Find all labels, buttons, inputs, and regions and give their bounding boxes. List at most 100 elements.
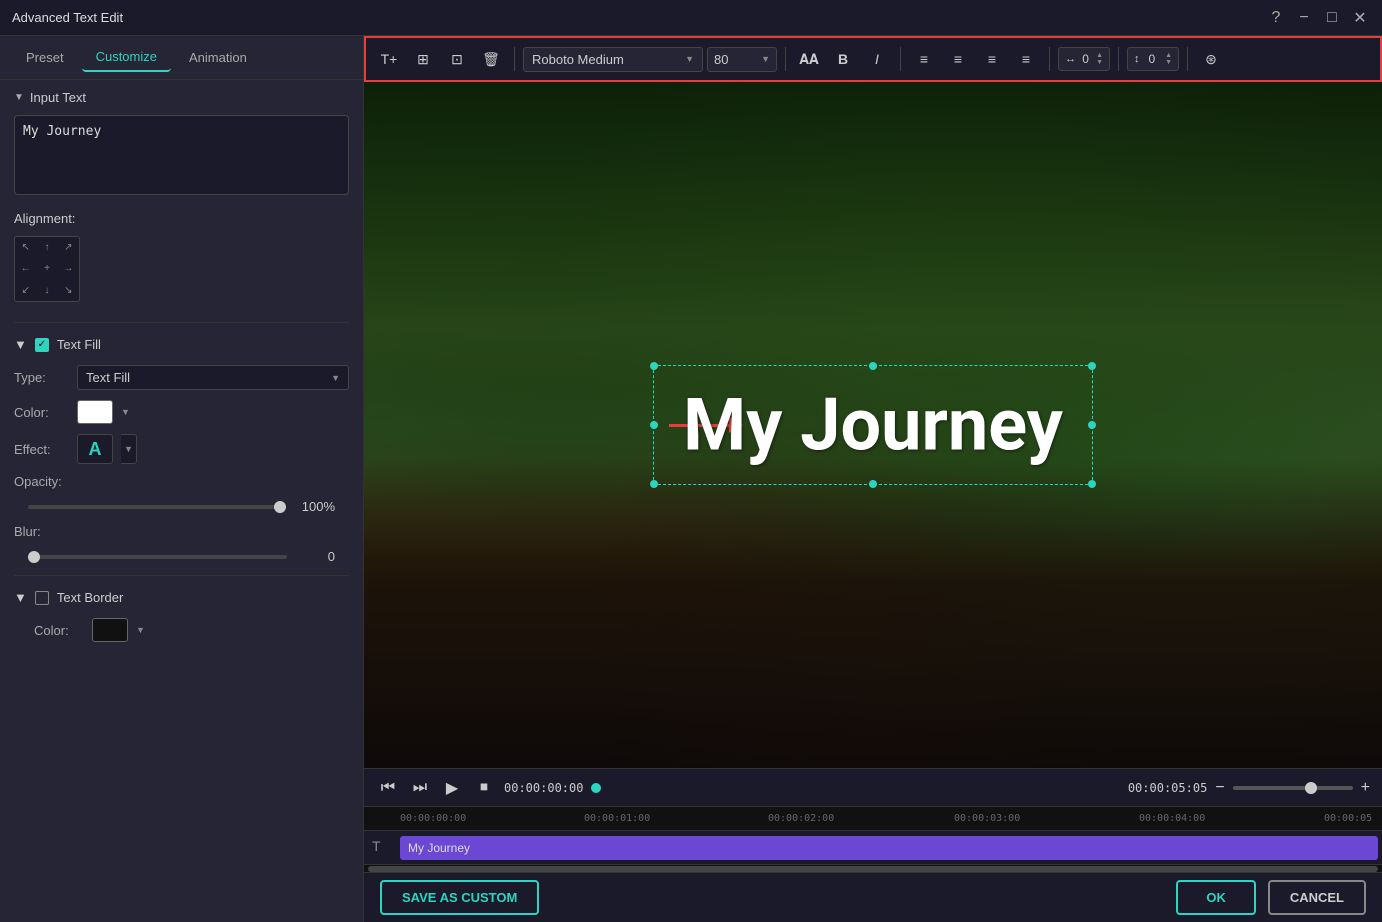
align-left-button[interactable]: ≡ xyxy=(909,44,939,74)
color-swatch[interactable] xyxy=(77,400,113,424)
timeline-clip[interactable]: My Journey xyxy=(400,836,1378,860)
text-fill-checkbox[interactable]: ✓ xyxy=(35,338,49,352)
char-spacing-field[interactable]: ↔ 0 ▲ ▼ xyxy=(1058,47,1110,71)
effect-label: Effect: xyxy=(14,442,69,457)
align-top-center[interactable]: ↑ xyxy=(36,237,57,258)
separator-1 xyxy=(14,322,349,323)
preview-text[interactable]: My Journey xyxy=(683,383,1063,468)
text-border-checkbox[interactable] xyxy=(35,591,49,605)
tab-animation[interactable]: Animation xyxy=(175,44,261,71)
line-spacing-up[interactable]: ▲ xyxy=(1165,52,1172,59)
window-title: Advanced Text Edit xyxy=(12,10,123,25)
char-spacing-down[interactable]: ▼ xyxy=(1096,59,1103,66)
maximize-button[interactable]: □ xyxy=(1322,9,1342,27)
blur-slider-thumb[interactable] xyxy=(28,551,40,563)
chevron-down-icon: ▼ xyxy=(14,92,24,103)
zoom-out-button[interactable]: − xyxy=(1215,779,1224,797)
text-track-icon: T xyxy=(372,838,381,854)
bold-button[interactable]: B xyxy=(828,44,858,74)
help-button[interactable]: ? xyxy=(1266,9,1286,27)
handle-bottom-center[interactable] xyxy=(869,480,877,488)
line-spacing-spinner[interactable]: ▲ ▼ xyxy=(1165,52,1172,66)
font-size-selector[interactable]: 80 ▼ xyxy=(707,47,777,72)
skip-back-button[interactable]: ⏮ xyxy=(376,779,400,797)
text-border-label: Text Border xyxy=(57,590,123,605)
handle-top-right[interactable] xyxy=(1088,362,1096,370)
image-button[interactable]: ⊡ xyxy=(442,44,472,74)
separator-icon-2 xyxy=(785,47,786,71)
add-text-button[interactable]: T+ xyxy=(374,44,404,74)
border-color-row: Color: ▼ xyxy=(0,613,363,647)
blur-label: Blur: xyxy=(14,524,69,539)
tab-preset[interactable]: Preset xyxy=(12,44,78,71)
input-text-section-header[interactable]: ▼ Input Text xyxy=(0,80,363,111)
opacity-row: Opacity: xyxy=(0,469,363,494)
transform-button[interactable]: ⊞ xyxy=(408,44,438,74)
line-spacing-down[interactable]: ▼ xyxy=(1165,59,1172,66)
color-wheel-button[interactable]: ⊛ xyxy=(1196,44,1226,74)
minimize-button[interactable]: − xyxy=(1294,9,1314,27)
zoom-slider-thumb[interactable] xyxy=(1305,782,1317,794)
handle-top-center[interactable] xyxy=(869,362,877,370)
align-center-button[interactable]: ≡ xyxy=(943,44,973,74)
opacity-slider-row: 100% xyxy=(0,494,363,519)
left-panel: Preset Customize Animation ▼ Input Text … xyxy=(0,36,364,922)
color-dropdown-arrow[interactable]: ▼ xyxy=(121,407,130,417)
clip-label: My Journey xyxy=(408,841,470,855)
color-row: Color: ▼ xyxy=(0,395,363,429)
frame-back-button[interactable]: ⏭ xyxy=(408,779,432,797)
align-top-left[interactable]: ↖ xyxy=(15,237,36,258)
font-selector[interactable]: Roboto Medium ▼ xyxy=(523,47,703,72)
text-border-chevron-icon: ▼ xyxy=(14,590,27,605)
ruler-mark-5: 00:00:05 xyxy=(1324,813,1372,824)
text-style-button[interactable]: 𝐀𝐀 xyxy=(794,44,824,74)
handle-bottom-left[interactable] xyxy=(650,480,658,488)
preview-area: My Journey xyxy=(364,82,1382,768)
handle-middle-right[interactable] xyxy=(1088,421,1096,429)
text-border-section-header[interactable]: ▼ Text Border xyxy=(0,582,363,613)
delete-button[interactable]: 🗑 xyxy=(476,44,506,74)
zoom-slider[interactable] xyxy=(1233,786,1353,790)
ruler-mark-3: 00:00:03:00 xyxy=(954,813,1020,824)
opacity-slider[interactable] xyxy=(28,505,280,509)
italic-button[interactable]: I xyxy=(862,44,892,74)
border-color-dropdown-arrow[interactable]: ▼ xyxy=(136,625,145,635)
current-time: 00:00:00:00 xyxy=(504,781,583,795)
tab-customize[interactable]: Customize xyxy=(82,43,171,72)
save-as-custom-button[interactable]: SAVE AS CUSTOM xyxy=(380,880,539,915)
ok-button[interactable]: OK xyxy=(1176,880,1256,915)
cancel-button[interactable]: CANCEL xyxy=(1268,880,1366,915)
play-button[interactable]: ▶ xyxy=(440,778,464,798)
align-top-right[interactable]: ↗ xyxy=(58,237,79,258)
blur-slider[interactable] xyxy=(28,555,287,559)
align-bottom-center[interactable]: ↓ xyxy=(36,280,57,301)
handle-middle-left[interactable] xyxy=(650,421,658,429)
align-bottom-right[interactable]: ↘ xyxy=(58,280,79,301)
border-color-swatch[interactable] xyxy=(92,618,128,642)
effect-preview[interactable]: A xyxy=(77,434,113,464)
align-bottom-left[interactable]: ↙ xyxy=(15,280,36,301)
line-spacing-field[interactable]: ↕ 0 ▲ ▼ xyxy=(1127,47,1179,71)
zoom-in-button[interactable]: + xyxy=(1361,779,1370,797)
handle-bottom-right[interactable] xyxy=(1088,480,1096,488)
handle-top-left[interactable] xyxy=(650,362,658,370)
type-dropdown[interactable]: Text Fill ▼ xyxy=(77,365,349,390)
separator-icon-5 xyxy=(1118,47,1119,71)
align-middle-right[interactable]: → xyxy=(58,258,79,279)
align-right-button[interactable]: ≡ xyxy=(977,44,1007,74)
timeline-scrollbar[interactable] xyxy=(364,864,1382,872)
toolbar: T+ ⊞ ⊡ 🗑 Roboto Medium ▼ 80 ▼ 𝐀𝐀 B I ≡ ≡… xyxy=(364,36,1382,82)
input-text-field[interactable]: My Journey xyxy=(14,115,349,195)
align-center[interactable]: + xyxy=(36,258,57,279)
opacity-slider-thumb[interactable] xyxy=(274,501,286,513)
effect-dropdown-arrow[interactable]: ▼ xyxy=(121,434,137,464)
font-size-dropdown-arrow: ▼ xyxy=(761,54,770,64)
stop-button[interactable]: ⏹ xyxy=(472,779,496,797)
char-spacing-up[interactable]: ▲ xyxy=(1096,52,1103,59)
char-spacing-spinner[interactable]: ▲ ▼ xyxy=(1096,52,1103,66)
close-button[interactable]: ✕ xyxy=(1350,8,1370,28)
align-middle-left[interactable]: ← xyxy=(15,258,36,279)
line-spacing-value: 0 xyxy=(1140,52,1165,66)
text-fill-section-header[interactable]: ▼ ✓ Text Fill xyxy=(0,329,363,360)
align-justify-button[interactable]: ≡ xyxy=(1011,44,1041,74)
